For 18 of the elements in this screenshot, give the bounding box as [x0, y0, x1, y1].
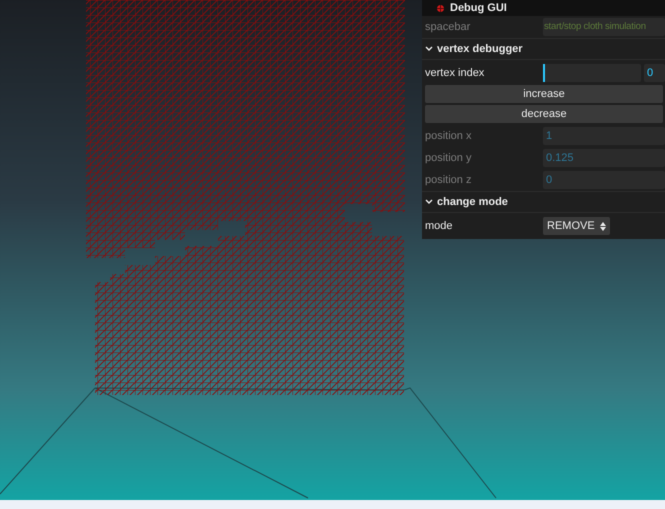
control-label: spacebar: [425, 21, 472, 33]
action-button[interactable]: increase: [425, 85, 663, 103]
bug-icon: [436, 4, 445, 12]
control-label: position z: [425, 174, 472, 186]
folder-header[interactable]: vertex debugger: [422, 39, 665, 60]
panel-title: Debug GUI: [450, 1, 507, 16]
control-label: vertex index: [425, 67, 486, 79]
chevron-icon: [425, 199, 433, 205]
control-label: position x: [425, 130, 472, 142]
slider-track[interactable]: [543, 64, 641, 82]
up-down-arrows-icon: [600, 222, 606, 230]
control-label: mode: [425, 220, 454, 232]
control-label: position y: [425, 152, 472, 164]
folder-header[interactable]: change mode: [422, 192, 665, 213]
mode-dropdown[interactable]: REMOVE: [543, 217, 610, 235]
chevron-icon: [425, 46, 433, 52]
action-button[interactable]: decrease: [425, 105, 663, 123]
number-field[interactable]: 0: [644, 64, 665, 82]
